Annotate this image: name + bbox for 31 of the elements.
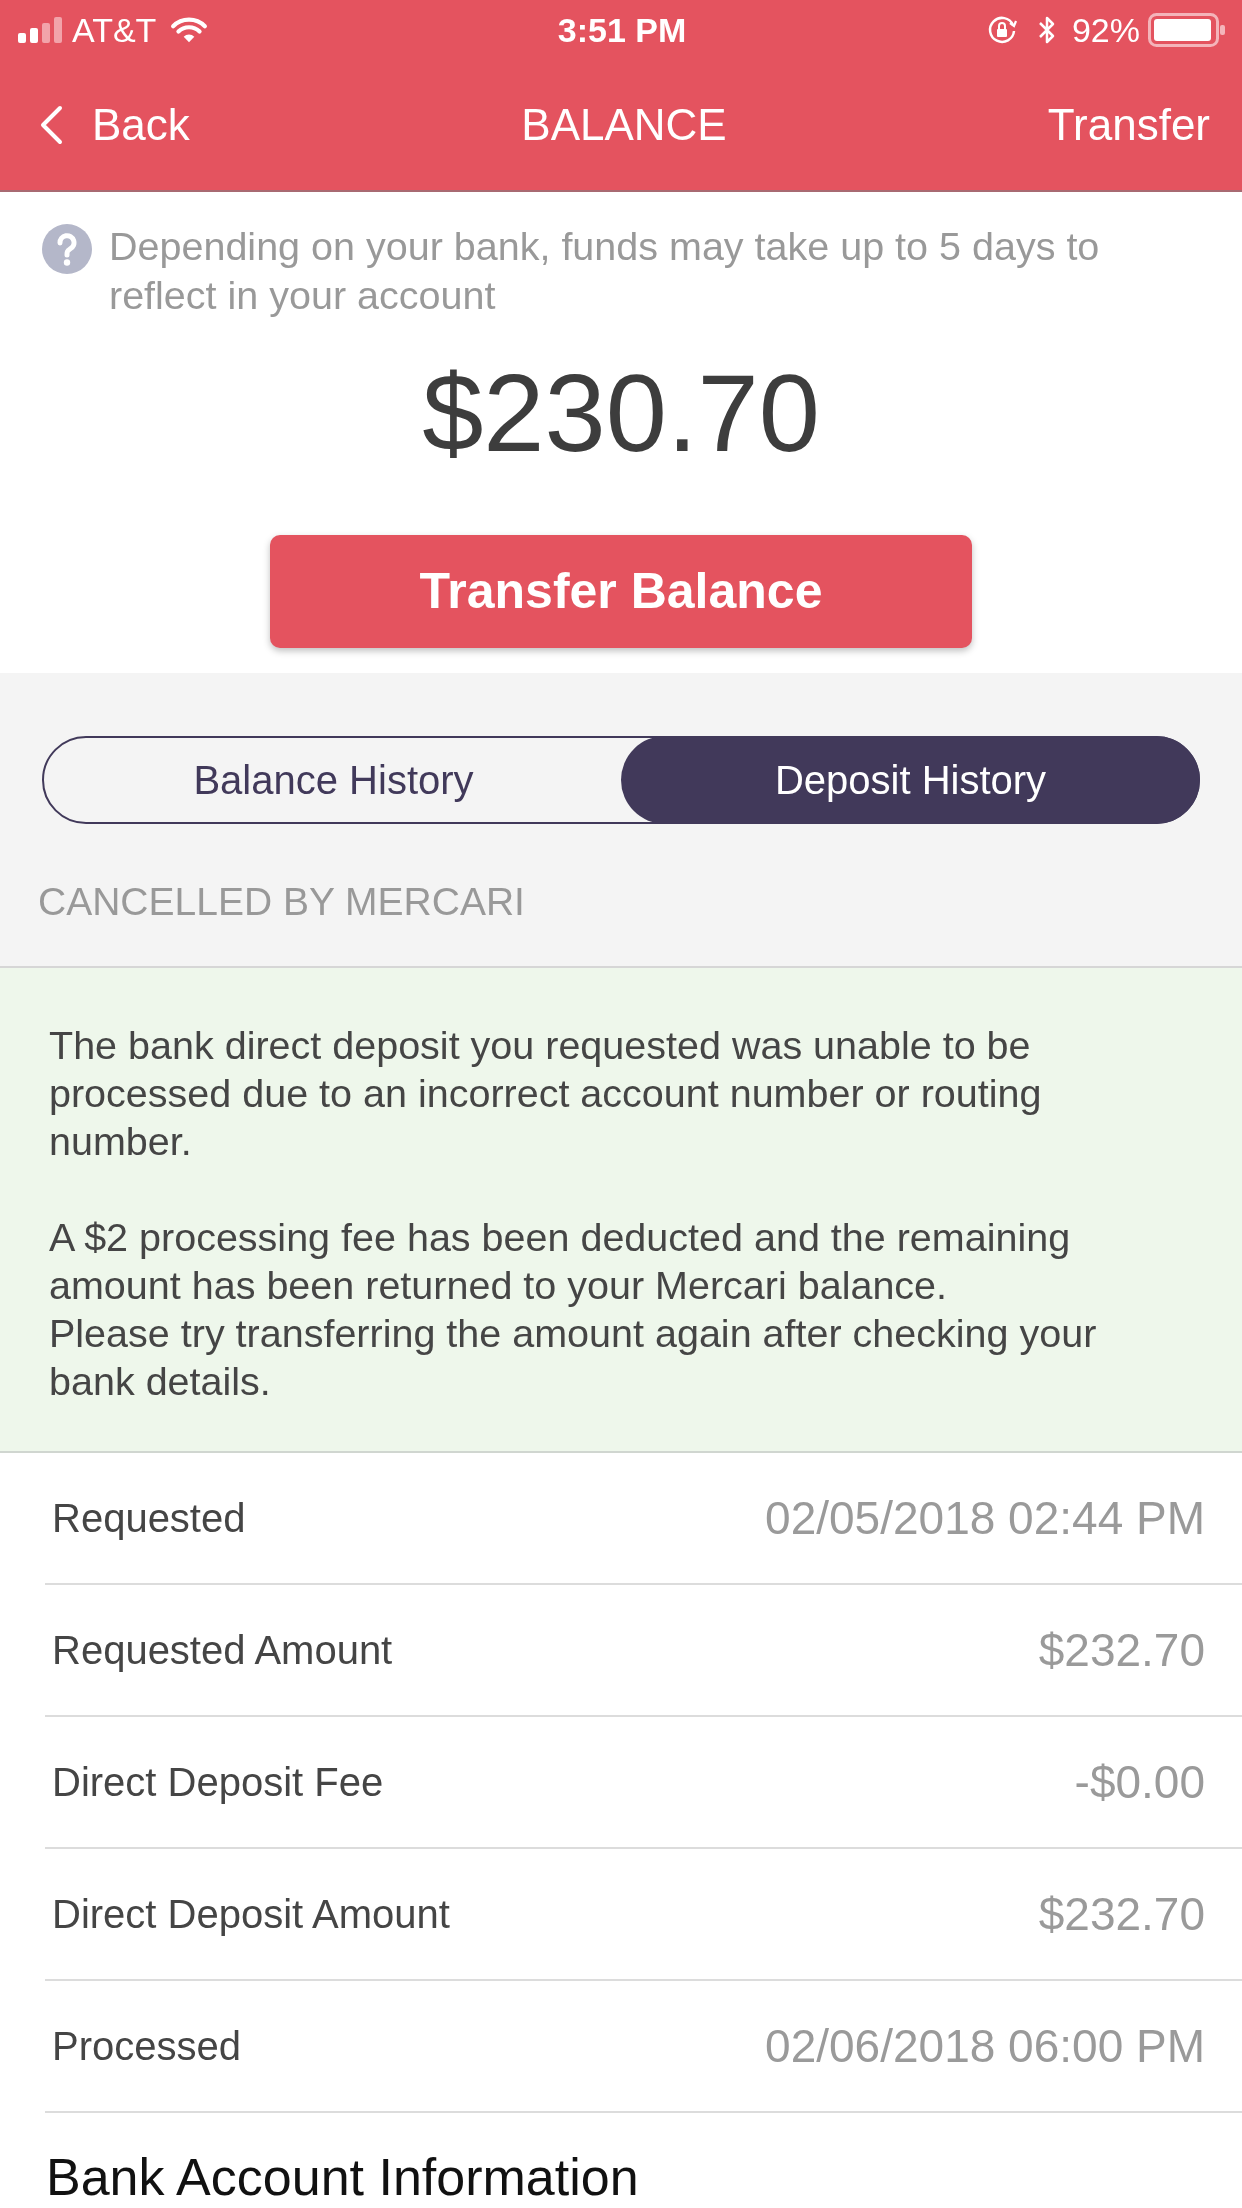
detail-value: $232.70 — [1038, 1622, 1205, 1678]
balance-amount: $230.70 — [422, 351, 820, 474]
battery-icon — [1148, 13, 1226, 47]
detail-label: Requested — [52, 1495, 246, 1542]
detail-value: $232.70 — [1038, 1886, 1205, 1942]
battery-percent: 92% — [1071, 9, 1140, 51]
back-button[interactable]: Back — [38, 95, 190, 155]
help-icon — [42, 224, 92, 274]
clock-time: 3:51 PM — [557, 9, 687, 51]
detail-label: Direct Deposit Fee — [52, 1759, 384, 1806]
status-label: CANCELLED BY MERCARI — [38, 880, 525, 923]
detail-label: Direct Deposit Amount — [52, 1891, 450, 1938]
transfer-link[interactable]: Transfer — [1047, 95, 1210, 155]
message-text: Please try transferring the amount again after checking your bank details. — [49, 1310, 1098, 1405]
history-tab[interactable]: Deposit History — [621, 736, 1200, 824]
detail-value: 02/06/2018 06:00 PM — [765, 2018, 1205, 2074]
chevron-left-icon — [38, 105, 64, 145]
message-text: The bank direct deposit you requested was unable to be processed due to an incorrect account number or routing number. — [49, 1022, 1043, 1165]
signal-icon — [18, 17, 64, 43]
message-text: A $2 processing fee has been deducted and the remaining amount has been returned to your Mercari balance. — [49, 1214, 1072, 1309]
history-tab[interactable]: Balance History — [44, 738, 623, 822]
detail-label: Processed — [52, 2023, 241, 2070]
wifi-icon — [170, 16, 209, 44]
detail-value: -$0.00 — [1074, 1754, 1205, 1810]
section-heading: Bank Account Information — [46, 2148, 639, 2206]
carrier-name: AT&T — [72, 9, 157, 51]
transfer-balance-button[interactable]: Transfer Balance — [270, 535, 972, 648]
info-notice: Depending on your bank, funds may take up to 5 days to reflect in your account — [109, 223, 1101, 319]
detail-label: Requested Amount — [52, 1627, 393, 1674]
detail-value: 02/05/2018 02:44 PM — [765, 1490, 1205, 1546]
page-title: BALANCE — [521, 99, 727, 151]
